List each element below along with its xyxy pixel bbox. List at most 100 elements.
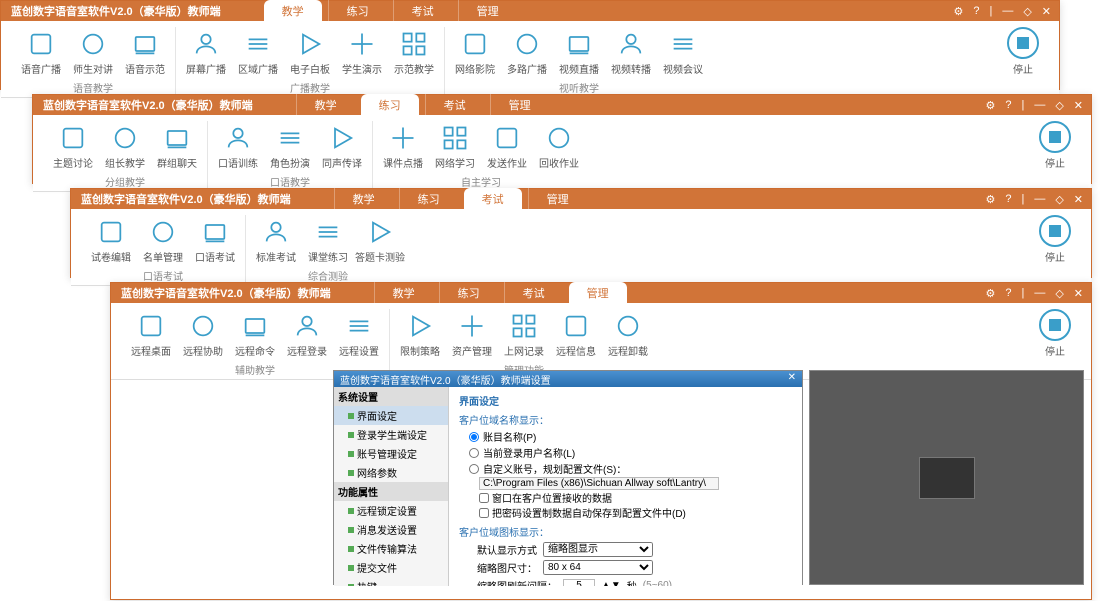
restore-icon[interactable]: ◇	[1023, 5, 1031, 18]
settings-icon[interactable]: ⚙	[985, 99, 995, 112]
tab-manage[interactable]: 管理	[490, 94, 549, 115]
ribbon-item[interactable]: 视频会议	[657, 27, 709, 78]
ribbon-item[interactable]: 口语训练	[212, 121, 264, 172]
ribbon-item[interactable]: 回收作业	[533, 121, 585, 172]
tab-teach[interactable]: 教学	[264, 0, 322, 21]
tab-manage[interactable]: 管理	[528, 188, 587, 209]
checkbox-autosave[interactable]	[479, 508, 489, 518]
ribbon-item[interactable]: 网络影院	[449, 27, 501, 78]
ribbon-item[interactable]: 师生对讲	[67, 27, 119, 78]
ribbon-item[interactable]: 资产管理	[446, 309, 498, 360]
ribbon-item[interactable]: 区域广播	[232, 27, 284, 78]
ribbon-item-label: 课堂练习	[308, 249, 348, 264]
tree-item[interactable]: 提交文件	[334, 558, 448, 577]
ribbon-item[interactable]: 视频转播	[605, 27, 657, 78]
ribbon-item[interactable]: 远程登录	[281, 309, 333, 360]
minimize-icon[interactable]: —	[1034, 193, 1045, 205]
ribbon-item[interactable]: 语音广播	[15, 27, 67, 78]
ribbon-item[interactable]: 同声传译	[316, 121, 368, 172]
ribbon-item[interactable]: 屏幕广播	[180, 27, 232, 78]
ribbon-item[interactable]: 远程设置	[333, 309, 385, 360]
close-icon[interactable]: ✕	[1074, 287, 1083, 300]
ribbon-item[interactable]: 试卷编辑	[85, 215, 137, 266]
close-icon[interactable]: ✕	[1042, 5, 1051, 18]
minimize-icon[interactable]: —	[1034, 287, 1045, 299]
ribbon-item[interactable]: 名单管理	[137, 215, 189, 266]
help-icon[interactable]: ?	[1005, 287, 1011, 299]
ribbon-item-label: 限制策略	[400, 343, 440, 358]
ribbon-item[interactable]: 远程信息	[550, 309, 602, 360]
tree-item[interactable]: 远程锁定设置	[334, 501, 448, 520]
ribbon-item[interactable]: 发送作业	[481, 121, 533, 172]
tab-exam[interactable]: 考试	[425, 94, 484, 115]
ribbon-item[interactable]: 远程卸载	[602, 309, 654, 360]
ribbon-item[interactable]: 限制策略	[394, 309, 446, 360]
tree-item[interactable]: 登录学生端设定	[334, 425, 448, 444]
ribbon-item[interactable]: 语音示范	[119, 27, 171, 78]
ribbon-item[interactable]: 上网记录	[498, 309, 550, 360]
ribbon-item[interactable]: 组长教学	[99, 121, 151, 172]
ribbon-item[interactable]: 远程命令	[229, 309, 281, 360]
refresh-interval-input[interactable]	[563, 579, 595, 586]
restore-icon[interactable]: ◇	[1055, 99, 1063, 112]
restore-icon[interactable]: ◇	[1055, 193, 1063, 206]
ribbon-item[interactable]: 群组聊天	[151, 121, 203, 172]
help-icon[interactable]: ?	[1005, 193, 1011, 205]
path-input[interactable]	[479, 477, 719, 490]
ribbon-item[interactable]: 角色扮演	[264, 121, 316, 172]
minimize-icon[interactable]: —	[1034, 99, 1045, 111]
tree-item[interactable]: 界面设定	[334, 406, 448, 425]
ribbon-item[interactable]: 远程协助	[177, 309, 229, 360]
settings-icon[interactable]: ⚙	[985, 287, 995, 300]
tree-item[interactable]: 网络参数	[334, 463, 448, 482]
display-mode-select[interactable]: 缩略图显示	[543, 542, 653, 557]
settings-icon[interactable]: ⚙	[985, 193, 995, 206]
tab-exam[interactable]: 考试	[464, 188, 522, 209]
tab-practice[interactable]: 练习	[361, 94, 419, 115]
close-icon[interactable]: ✕	[1074, 99, 1083, 112]
ribbon-item[interactable]: 网络学习	[429, 121, 481, 172]
ribbon-item[interactable]: 主题讨论	[47, 121, 99, 172]
checkbox-receive[interactable]	[479, 493, 489, 503]
help-icon[interactable]: ?	[973, 5, 979, 17]
ribbon-item[interactable]: 课堂练习	[302, 215, 354, 266]
tab-manage[interactable]: 管理	[458, 0, 517, 21]
settings-icon[interactable]: ⚙	[953, 5, 963, 18]
tab-practice[interactable]: 练习	[328, 0, 387, 21]
stop-button[interactable]: 停止	[999, 27, 1047, 76]
dialog-close-icon[interactable]: ✕	[788, 372, 796, 386]
ribbon-item[interactable]: 口语考试	[189, 215, 241, 266]
ribbon-item[interactable]: 标准考试	[250, 215, 302, 266]
ribbon-item[interactable]: 电子白板	[284, 27, 336, 78]
radio-custom[interactable]	[469, 464, 479, 474]
minimize-icon[interactable]: —	[1002, 5, 1013, 17]
ribbon-item[interactable]: 学生演示	[336, 27, 388, 78]
ribbon-item[interactable]: 远程桌面	[125, 309, 177, 360]
stop-button[interactable]: 停止	[1031, 121, 1079, 170]
tab-manage[interactable]: 管理	[569, 282, 627, 303]
tab-practice[interactable]: 练习	[439, 282, 498, 303]
radio-account-name[interactable]	[469, 432, 479, 442]
ribbon-item[interactable]: 课件点播	[377, 121, 429, 172]
ribbon-item[interactable]: 多路广播	[501, 27, 553, 78]
ribbon-item[interactable]: 示范教学	[388, 27, 440, 78]
close-icon[interactable]: ✕	[1074, 193, 1083, 206]
tab-teach[interactable]: 教学	[334, 188, 393, 209]
thumb-size-select[interactable]: 80 x 64	[543, 560, 653, 575]
stop-button[interactable]: 停止	[1031, 309, 1079, 358]
restore-icon[interactable]: ◇	[1055, 287, 1063, 300]
tab-exam[interactable]: 考试	[504, 282, 563, 303]
tab-exam[interactable]: 考试	[393, 0, 452, 21]
radio-login-name[interactable]	[469, 448, 479, 458]
tree-item[interactable]: 消息发送设置	[334, 520, 448, 539]
tab-teach[interactable]: 教学	[296, 94, 355, 115]
tab-practice[interactable]: 练习	[399, 188, 458, 209]
tree-item[interactable]: 热键	[334, 577, 448, 586]
tree-item[interactable]: 账号管理设定	[334, 444, 448, 463]
ribbon-item[interactable]: 视频直播	[553, 27, 605, 78]
stop-button[interactable]: 停止	[1031, 215, 1079, 264]
tab-teach[interactable]: 教学	[374, 282, 433, 303]
tree-item[interactable]: 文件传输算法	[334, 539, 448, 558]
help-icon[interactable]: ?	[1005, 99, 1011, 111]
ribbon-item[interactable]: 答题卡测验	[354, 215, 406, 266]
